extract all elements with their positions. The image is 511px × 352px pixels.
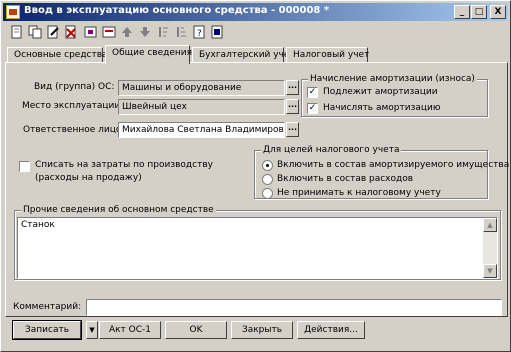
tax-option-exclude-radio[interactable]	[262, 188, 273, 199]
svg-text:?: ?	[197, 29, 202, 39]
document-window: Ввод в эксплуатацию основного средства -…	[0, 0, 511, 352]
accrue-amortization-checkbox[interactable]: ✓	[307, 103, 318, 114]
post-icon[interactable]	[101, 24, 117, 40]
tax-option-amortizable-radio[interactable]	[262, 160, 273, 171]
comment-field[interactable]	[86, 299, 502, 316]
tax-purposes-group-title: Для целей налогового учета	[261, 145, 402, 155]
minimize-button[interactable]: _	[454, 5, 470, 19]
tax-purposes-group: Для целей налогового учета Включить в со…	[254, 145, 509, 199]
amortization-group-title: Начисление амортизации (износа)	[308, 74, 477, 84]
act-os1-button[interactable]: Акт ОС-1	[99, 321, 161, 339]
info-icon[interactable]	[209, 24, 225, 40]
tab-panel-general: Вид (группа) ОС: Машины и оборудование .…	[5, 62, 509, 317]
tax-option-expenses-radio[interactable]	[262, 174, 273, 185]
delete-icon[interactable]	[63, 24, 79, 40]
os-group-select-button[interactable]: ...	[286, 80, 299, 95]
responsible-select-button[interactable]: ...	[286, 122, 299, 137]
os-group-field[interactable]: Машины и оборудование	[118, 80, 285, 96]
mark-icon[interactable]	[83, 24, 99, 40]
window-title: Ввод в эксплуатацию основного средства -…	[24, 5, 330, 16]
location-field[interactable]: Швейный цех	[118, 99, 285, 115]
title-bar[interactable]: Ввод в эксплуатацию основного средства -…	[3, 3, 508, 21]
other-info-group: Прочие сведения об основном средстве Ста…	[14, 205, 501, 280]
move-up-icon[interactable]	[119, 24, 135, 40]
help-icon[interactable]: ?	[191, 24, 207, 40]
document-icon	[6, 5, 20, 19]
responsible-label: Ответственное лицо:	[23, 125, 125, 135]
subject-to-amortization-label: Подлежит амортизации	[323, 87, 438, 97]
tax-option-expenses-label: Включить в состав расходов	[277, 174, 414, 184]
maximize-button[interactable]: □	[471, 5, 487, 19]
scroll-down-button[interactable]: ▼	[483, 264, 497, 278]
edit-icon[interactable]	[45, 24, 61, 40]
sort-desc-icon[interactable]	[173, 24, 189, 40]
record-button[interactable]: Записать	[12, 320, 82, 340]
sort-asc-icon[interactable]	[155, 24, 171, 40]
new-icon[interactable]	[9, 24, 25, 40]
other-info-group-title: Прочие сведения об основном средстве	[21, 205, 216, 215]
tab-tax-accounting[interactable]: Налоговый учет	[286, 47, 369, 63]
subject-to-amortization-checkbox[interactable]: ✓	[307, 87, 318, 98]
actions-button[interactable]: Действия...	[297, 321, 365, 339]
writeoff-checkbox[interactable]	[19, 161, 30, 172]
other-info-scrollbar[interactable]: ▲ ▼	[483, 218, 497, 278]
scroll-up-button[interactable]: ▲	[483, 218, 497, 232]
writeoff-label-line1: Списать на затраты по производству	[35, 160, 213, 170]
writeoff-label-line2: (расходы на продажу)	[35, 173, 142, 183]
other-info-textarea[interactable]: Станок ▲ ▼	[17, 217, 498, 279]
amortization-group: Начисление амортизации (износа) ✓ Подлеж…	[301, 74, 488, 117]
move-down-icon[interactable]	[137, 24, 153, 40]
comment-label: Комментарий:	[13, 302, 82, 312]
os-group-label: Вид (группа) ОС:	[34, 82, 115, 92]
toolbar: ?	[3, 22, 508, 42]
accrue-amortization-label: Начислять амортизацию	[323, 103, 441, 113]
record-dropdown-button[interactable]: ▼	[86, 321, 98, 339]
tab-fixed-assets[interactable]: Основные средства	[7, 47, 108, 63]
location-label: Место эксплуатации:	[22, 101, 124, 111]
other-info-text: Станок	[21, 220, 55, 230]
copy-icon[interactable]	[27, 24, 43, 40]
close-form-button[interactable]: Закрыть	[231, 321, 293, 339]
tax-option-amortizable-label: Включить в состав амортизируемого имущес…	[277, 160, 510, 170]
close-button[interactable]: X	[490, 5, 506, 19]
ok-button[interactable]: OK	[165, 321, 227, 339]
tab-accounting[interactable]: Бухгалтерский учет	[192, 47, 295, 63]
tab-general-info[interactable]: Общие сведения	[105, 45, 192, 64]
responsible-field[interactable]: Михайлова Светлана Владимировна	[118, 122, 285, 138]
location-select-button[interactable]: ...	[286, 99, 299, 114]
tax-option-exclude-label: Не принимать к налоговому учету	[277, 188, 441, 198]
